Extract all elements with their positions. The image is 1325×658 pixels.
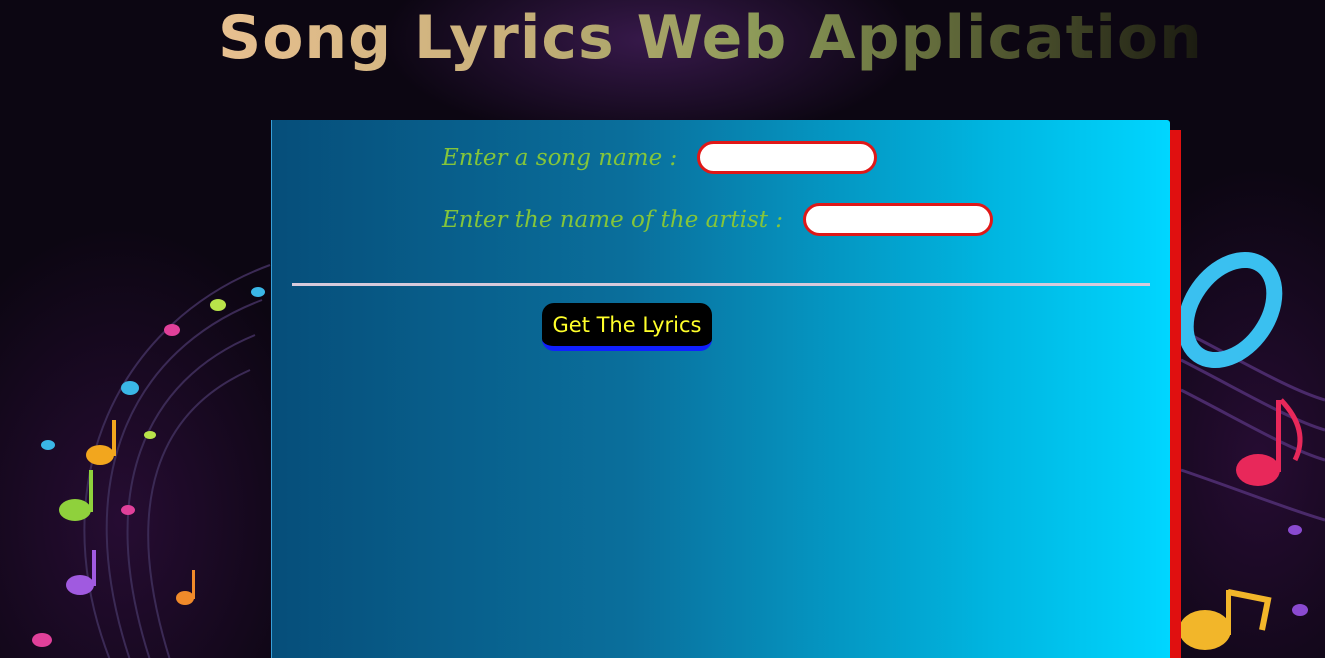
music-notes-left-decoration (32, 264, 271, 658)
music-notes-right-decoration (1177, 251, 1325, 650)
page-title: Song Lyrics Web Application (218, 3, 1203, 73)
song-name-label: Enter a song name : (442, 144, 678, 171)
panel-accent-edge (1170, 130, 1181, 658)
artist-name-label: Enter the name of the artist : (442, 206, 784, 233)
song-name-input[interactable] (697, 141, 878, 174)
lyrics-form-panel: Enter a song name : Enter the name of th… (271, 120, 1170, 658)
get-lyrics-button[interactable]: Get The Lyrics (542, 303, 712, 351)
artist-name-row: Enter the name of the artist : (442, 203, 994, 236)
artist-name-input[interactable] (803, 203, 994, 236)
song-name-row: Enter a song name : (442, 141, 878, 174)
form-divider (292, 283, 1150, 286)
